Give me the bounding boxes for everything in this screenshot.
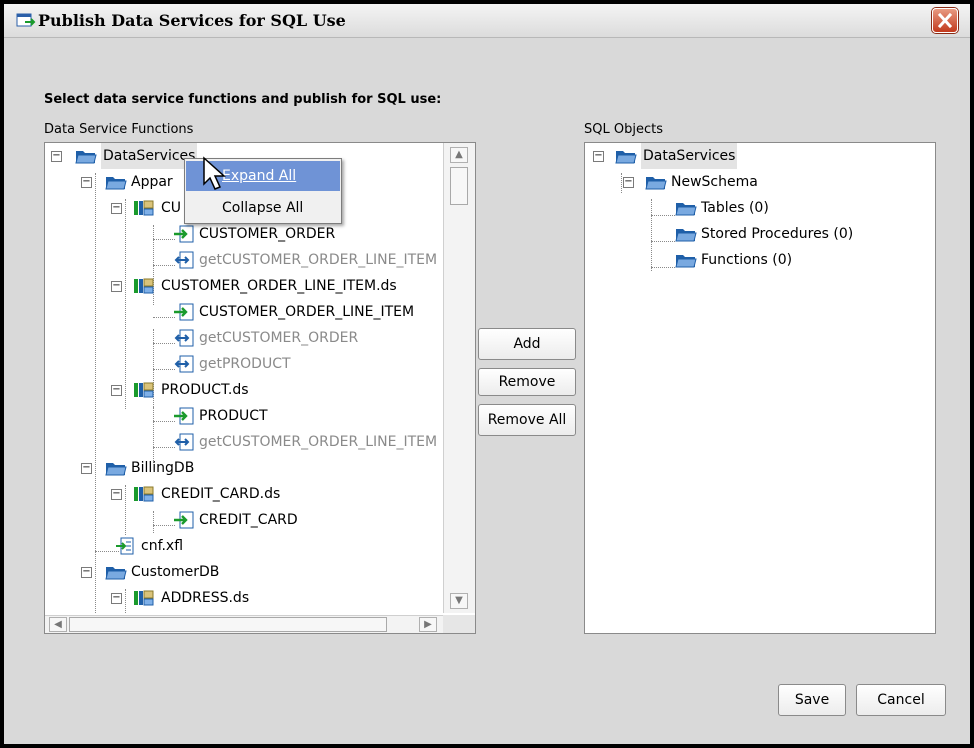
add-button[interactable]: Add — [478, 328, 576, 360]
window-title: Publish Data Services for SQL Use — [38, 11, 346, 30]
close-button[interactable] — [932, 8, 958, 33]
vertical-scrollbar[interactable]: ▲ ▼ — [443, 143, 475, 613]
scroll-left-button[interactable]: ◀ — [49, 617, 67, 632]
collapse-toggle[interactable]: − — [623, 177, 634, 188]
folder-icon — [675, 199, 697, 217]
data-service-icon — [133, 277, 155, 295]
scroll-down-button[interactable]: ▼ — [450, 593, 468, 609]
collapse-toggle[interactable]: − — [111, 385, 122, 396]
navigation-function-icon — [173, 433, 195, 451]
save-button[interactable]: Save — [778, 684, 846, 716]
folder-open-icon — [75, 147, 97, 165]
horizontal-scroll-thumb[interactable] — [69, 617, 387, 632]
folder-open-icon — [615, 147, 637, 165]
read-function-icon — [173, 407, 195, 425]
folder-icon — [675, 225, 697, 243]
read-function-icon — [173, 303, 195, 321]
folder-open-icon — [105, 459, 127, 477]
collapse-toggle[interactable]: − — [81, 177, 92, 188]
navigation-function-icon — [173, 251, 195, 269]
collapse-toggle[interactable]: − — [51, 151, 62, 162]
menu-item-collapse-all[interactable]: Collapse All — [186, 193, 340, 223]
xfl-file-icon — [115, 537, 137, 555]
folder-open-icon — [645, 173, 667, 191]
dialog-body: Publish Data Services for SQL Use Select… — [4, 4, 970, 744]
instruction-heading: Select data service functions and publis… — [44, 92, 442, 107]
collapse-toggle[interactable]: − — [111, 489, 122, 500]
sql-objects-tree[interactable]: − DataServices − NewSchema Tables (0) St… — [584, 142, 936, 634]
navigation-function-icon — [173, 355, 195, 373]
data-service-icon — [133, 381, 155, 399]
sql-objects-label: SQL Objects — [584, 122, 663, 137]
scroll-right-button[interactable]: ▶ — [419, 617, 437, 632]
dialog-window: Publish Data Services for SQL Use Select… — [0, 0, 974, 748]
data-service-icon — [133, 485, 155, 503]
close-icon — [937, 12, 953, 29]
horizontal-scrollbar[interactable]: ◀ ▶ — [45, 615, 443, 633]
publish-icon — [16, 13, 36, 27]
read-function-icon — [173, 511, 195, 529]
collapse-toggle[interactable]: − — [81, 567, 92, 578]
collapse-toggle[interactable]: − — [111, 203, 122, 214]
remove-all-button[interactable]: Remove All — [478, 404, 576, 436]
collapse-toggle[interactable]: − — [81, 463, 92, 474]
scroll-corner — [443, 615, 475, 633]
remove-button[interactable]: Remove — [478, 368, 576, 396]
read-function-icon — [173, 225, 195, 243]
data-service-icon — [133, 199, 155, 217]
collapse-toggle[interactable]: − — [593, 151, 604, 162]
data-service-icon — [133, 589, 155, 607]
cancel-button[interactable]: Cancel — [856, 684, 946, 716]
folder-open-icon — [105, 173, 127, 191]
scroll-up-button[interactable]: ▲ — [450, 147, 468, 163]
mouse-cursor-icon — [203, 156, 226, 190]
navigation-function-icon — [173, 329, 195, 347]
collapse-toggle[interactable]: − — [111, 593, 122, 604]
collapse-toggle[interactable]: − — [111, 281, 122, 292]
title-bar[interactable]: Publish Data Services for SQL Use — [4, 4, 970, 38]
folder-icon — [675, 251, 697, 269]
data-service-functions-label: Data Service Functions — [44, 122, 194, 137]
vertical-scroll-thumb[interactable] — [450, 167, 468, 205]
folder-open-icon — [105, 563, 127, 581]
